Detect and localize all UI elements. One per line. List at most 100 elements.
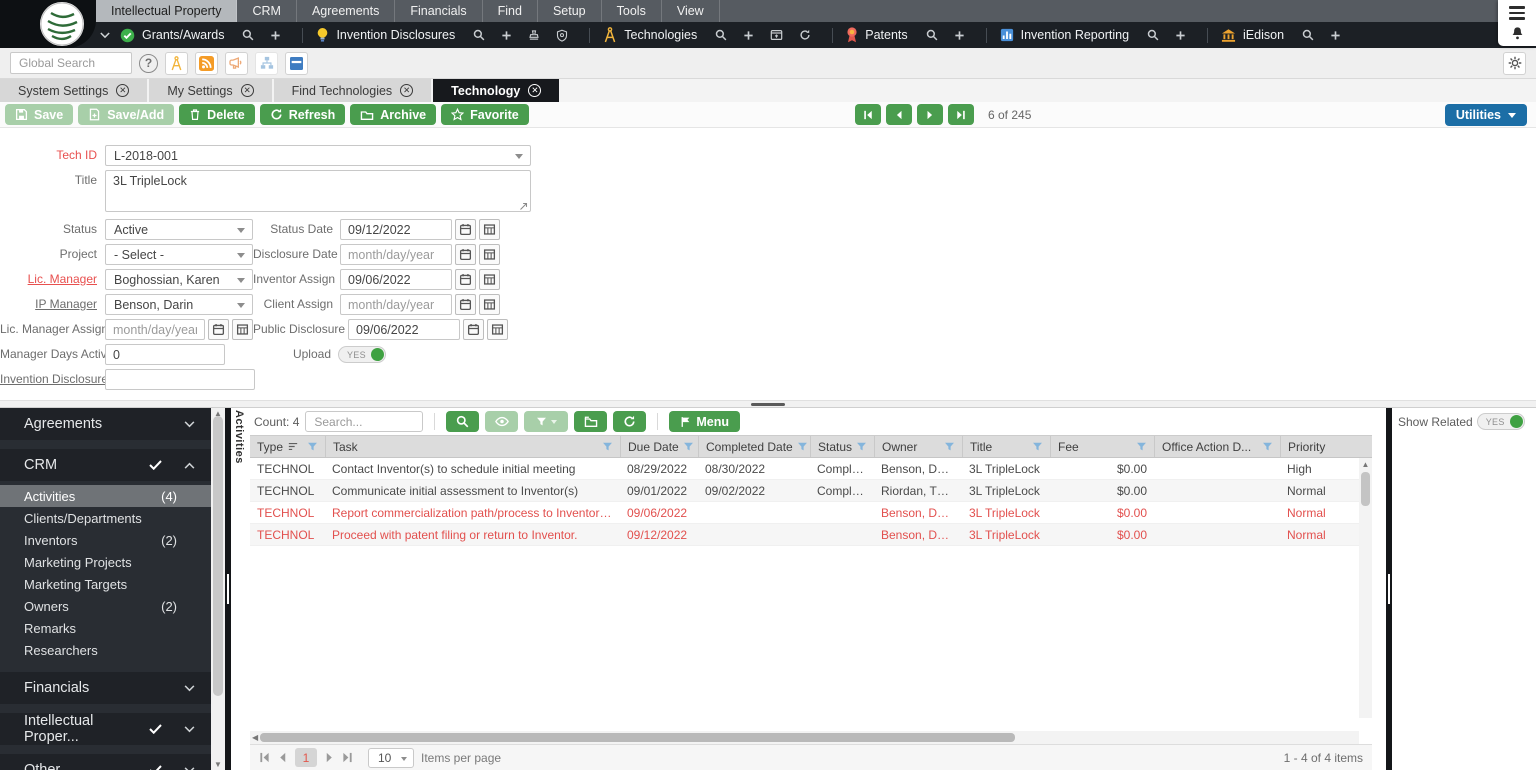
sidebar-item-owners[interactable]: Owners (2) (0, 595, 211, 617)
add-icon[interactable] (270, 30, 281, 41)
sidebar-item-marketing-targets[interactable]: Marketing Targets (0, 573, 211, 595)
cell-completed-date[interactable]: 09/02/2022 (698, 484, 810, 498)
app-menu-caret-icon[interactable] (100, 32, 110, 39)
expand-icon[interactable] (519, 202, 528, 211)
cell-status[interactable]: Completed (810, 462, 874, 476)
archive-button[interactable]: Archive (350, 104, 436, 125)
current-page[interactable]: 1 (295, 748, 317, 767)
sidebar-splitter[interactable] (225, 408, 231, 770)
client-assign-input[interactable] (340, 294, 452, 315)
status-select[interactable]: Active (105, 219, 253, 240)
last-page-button[interactable] (342, 752, 353, 763)
filter-button[interactable] (524, 411, 568, 432)
sidebar-item-remarks[interactable]: Remarks (0, 617, 211, 639)
cell-fee[interactable]: $0.00 (1050, 462, 1154, 476)
date-grid-icon[interactable] (232, 319, 253, 340)
notifications-bell-icon[interactable] (1511, 26, 1524, 40)
close-tab-icon[interactable]: ✕ (241, 84, 254, 97)
search-icon[interactable] (715, 29, 727, 41)
col-header-completed-date[interactable]: Completed Date (698, 436, 810, 457)
next-record-button[interactable] (917, 104, 943, 125)
col-header-status[interactable]: Status (810, 436, 874, 457)
activity-row[interactable]: TECHNOL Communicate initial assessment t… (250, 480, 1372, 502)
cell-type[interactable]: TECHNOL (250, 506, 325, 520)
invention-disclosure-input[interactable] (105, 369, 255, 390)
scroll-up-arrow[interactable]: ▲ (1359, 460, 1372, 469)
scrollbar-thumb[interactable] (213, 416, 223, 696)
search-icon[interactable] (473, 29, 485, 41)
window-panel-icon[interactable] (285, 52, 308, 75)
filter-icon[interactable] (1258, 441, 1273, 452)
sidebar-section-intellectual-property[interactable]: Intellectual Proper... (0, 713, 211, 745)
scroll-down-arrow[interactable]: ▼ (211, 760, 225, 769)
view-button[interactable] (485, 411, 518, 432)
lic-manager-select[interactable]: Boghossian, Karen (105, 269, 253, 290)
activity-row[interactable]: TECHNOL Contact Inventor(s) to schedule … (250, 458, 1372, 480)
menu-crm[interactable]: CRM (237, 0, 296, 22)
col-header-title[interactable]: Title (962, 436, 1050, 457)
cell-due-date[interactable]: 08/29/2022 (620, 462, 698, 476)
next-page-button[interactable] (324, 752, 335, 763)
group-button[interactable] (574, 411, 607, 432)
cell-owner[interactable]: Benson, Darin (874, 528, 962, 542)
col-header-type[interactable]: Type (250, 436, 325, 457)
menu-agreements[interactable]: Agreements (297, 0, 395, 22)
patents-label[interactable]: Patents (865, 28, 907, 42)
grants-awards-label[interactable]: Grants/Awards (142, 28, 224, 42)
search-icon[interactable] (1147, 29, 1159, 41)
filter-icon[interactable] (852, 441, 867, 452)
search-icon[interactable] (926, 29, 938, 41)
date-grid-icon[interactable] (479, 219, 500, 240)
stamp-icon[interactable] (528, 29, 540, 41)
horizontal-splitter[interactable] (0, 400, 1536, 408)
filter-icon[interactable] (793, 441, 808, 452)
rss-feed-icon[interactable] (195, 52, 218, 75)
org-chart-icon[interactable] (255, 52, 278, 75)
cell-owner[interactable]: Benson, Darin (874, 506, 962, 520)
calendar-icon[interactable] (463, 319, 484, 340)
date-grid-icon[interactable] (487, 319, 508, 340)
cell-task[interactable]: Proceed with patent filing or return to … (325, 528, 620, 542)
add-icon[interactable] (1175, 30, 1186, 41)
grid-refresh-button[interactable] (613, 411, 646, 432)
lic-manager-link[interactable]: Lic. Manager (0, 269, 105, 290)
scrollbar-thumb[interactable] (260, 733, 1015, 742)
grid-search-button[interactable] (446, 411, 479, 432)
previous-page-button[interactable] (277, 752, 288, 763)
cell-due-date[interactable]: 09/06/2022 (620, 506, 698, 520)
date-grid-icon[interactable] (479, 269, 500, 290)
save-add-button[interactable]: Save/Add (78, 104, 174, 125)
invention-disclosures-label[interactable]: Invention Disclosures (336, 28, 455, 42)
cell-due-date[interactable]: 09/12/2022 (620, 528, 698, 542)
app-logo[interactable] (40, 2, 84, 46)
menu-financials[interactable]: Financials (395, 0, 482, 22)
scroll-left-arrow[interactable]: ◀ (250, 733, 260, 742)
col-header-task[interactable]: Task (325, 436, 620, 457)
activities-search-input[interactable] (305, 411, 423, 432)
col-header-office-action-date[interactable]: Office Action D... (1154, 436, 1280, 457)
cell-owner[interactable]: Benson, Darin (874, 462, 962, 476)
filter-icon[interactable] (679, 441, 694, 452)
col-header-priority[interactable]: Priority (1280, 436, 1372, 457)
filter-icon[interactable] (303, 441, 318, 452)
hamburger-menu-icon[interactable] (1509, 6, 1525, 20)
manager-days-active-input[interactable] (105, 344, 225, 365)
close-tab-icon[interactable]: ✕ (528, 84, 541, 97)
cell-fee[interactable]: $0.00 (1050, 506, 1154, 520)
tab-system-settings[interactable]: System Settings ✕ (0, 79, 147, 102)
cell-task[interactable]: Report commercialization path/process to… (325, 506, 620, 520)
cell-title[interactable]: 3L TripleLock (962, 528, 1050, 542)
public-disclosure-input[interactable] (348, 319, 460, 340)
iedison-label[interactable]: iEdison (1243, 28, 1284, 42)
cell-title[interactable]: 3L TripleLock (962, 462, 1050, 476)
lic-manager-assign-input[interactable] (105, 319, 205, 340)
date-grid-icon[interactable] (479, 244, 500, 265)
scrollbar-thumb[interactable] (1361, 472, 1370, 506)
cell-task[interactable]: Communicate initial assessment to Invent… (325, 484, 620, 498)
menu-tools[interactable]: Tools (602, 0, 662, 22)
last-record-button[interactable] (948, 104, 974, 125)
sidebar-item-marketing-projects[interactable]: Marketing Projects (0, 551, 211, 573)
refresh-button[interactable]: Refresh (260, 104, 346, 125)
filter-icon[interactable] (1028, 441, 1043, 452)
first-page-button[interactable] (259, 752, 270, 763)
